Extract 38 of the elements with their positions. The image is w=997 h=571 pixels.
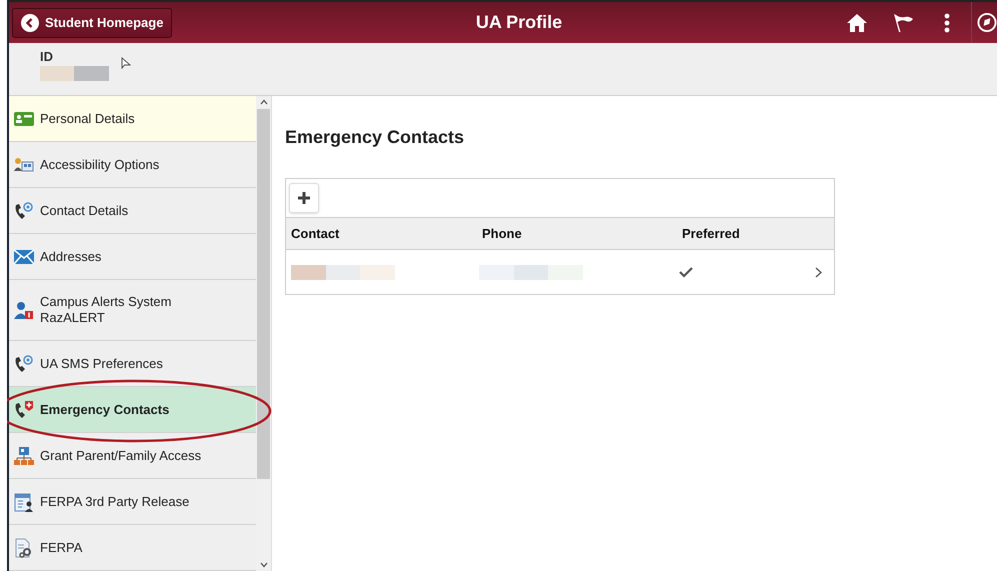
sidebar-item[interactable]: Grant Parent/Family Access	[9, 433, 256, 479]
column-header: Phone	[481, 224, 523, 243]
sidebar-item[interactable]: UA SMS Preferences	[9, 341, 256, 387]
plus-icon	[297, 191, 311, 205]
scroll-down-icon[interactable]	[260, 562, 268, 568]
section-title: Emergency Contacts	[285, 126, 466, 149]
back-button[interactable]: Student Homepage	[12, 8, 172, 38]
phone-at-icon	[13, 354, 35, 374]
scroll-up-icon[interactable]	[260, 99, 268, 105]
sidebar-item[interactable]: Contact Details	[9, 188, 256, 234]
column-header: Preferred	[681, 224, 741, 243]
envelope-icon	[13, 246, 35, 266]
sidebar-item[interactable]: Campus Alerts System RazALERT	[9, 280, 256, 341]
scrollbar-thumb[interactable]	[257, 109, 270, 479]
org-chart-icon	[13, 446, 35, 466]
home-icon[interactable]	[846, 12, 868, 32]
phone-at-icon	[13, 200, 35, 220]
back-icon	[21, 14, 39, 32]
flag-icon[interactable]	[892, 12, 914, 32]
scrollbar[interactable]	[256, 96, 271, 571]
sidebar-item[interactable]: Accessibility Options	[9, 142, 256, 188]
person-alert-icon	[13, 300, 35, 320]
chevron-right-icon[interactable]	[815, 266, 822, 278]
page-title: UA Profile	[474, 11, 564, 34]
sidebar-item[interactable]: Emergency Contacts	[9, 387, 256, 433]
compass-icon[interactable]	[977, 12, 997, 33]
phone-cross-icon	[13, 400, 35, 420]
form-person-icon	[13, 492, 35, 512]
more-icon[interactable]	[944, 12, 950, 32]
column-header: Contact	[290, 224, 340, 243]
sidebar-item[interactable]: FERPA 3rd Party Release	[9, 479, 256, 525]
sidebar-item[interactable]: FERPA	[9, 525, 256, 571]
add-button[interactable]	[289, 183, 319, 213]
id-label: ID	[40, 49, 54, 64]
redacted-id	[40, 66, 109, 81]
cursor-icon	[121, 57, 131, 69]
sidebar-item[interactable]: Addresses	[9, 234, 256, 280]
sidebar-item[interactable]: Personal Details	[9, 96, 256, 142]
